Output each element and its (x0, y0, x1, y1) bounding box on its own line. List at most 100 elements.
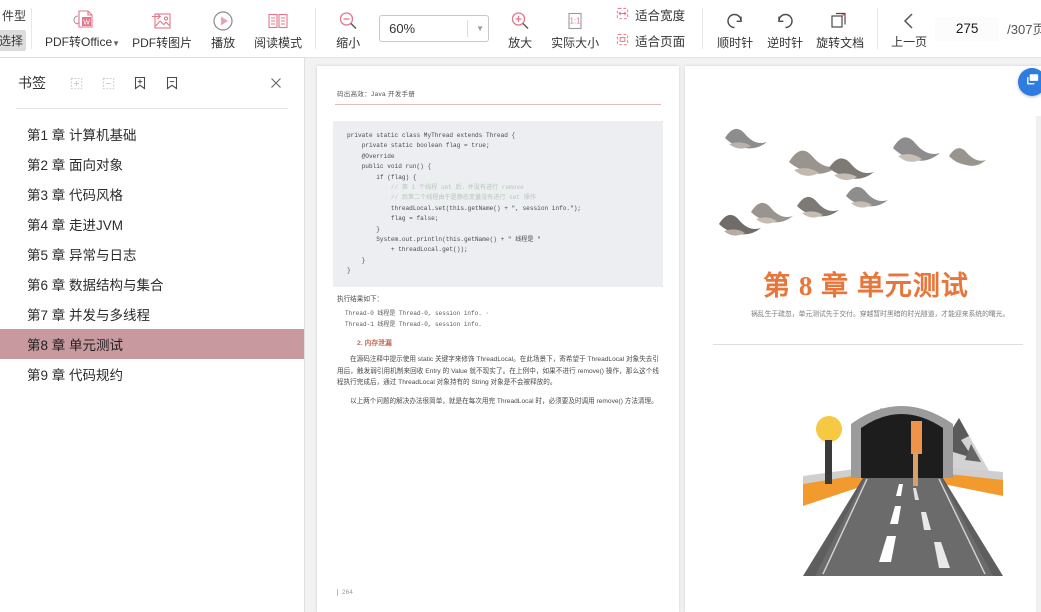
pdf-to-image-button[interactable]: PDF转图片 (126, 0, 198, 57)
running-head: 码出高效：Java 开发手册 (337, 91, 416, 98)
zoom-level-value: 60% (389, 21, 416, 36)
viewer-scrollbar[interactable] (1036, 116, 1041, 612)
code-line: } (347, 225, 380, 233)
chapter-title: 第 8 章 单元测试 (763, 271, 969, 301)
bookmark-item-label: 第1 章 计算机基础 (27, 128, 137, 143)
play-label: 播放 (211, 36, 236, 50)
prev-page-label: 上一页 (891, 35, 928, 49)
zoom-in-icon (507, 7, 533, 35)
document-page-left: 码出高效：Java 开发手册 private static class MyTh… (317, 66, 679, 612)
zoom-in-button[interactable]: 放大 (495, 0, 545, 57)
chapter-divider (713, 344, 1023, 345)
remove-bookmark-icon[interactable] (162, 73, 182, 93)
pagination-group: 上一页 275 /307页 下一页 (881, 0, 1041, 57)
collapse-all-icon[interactable] (98, 73, 118, 93)
fit-page-label: 适合页面 (635, 34, 686, 49)
rotate-document-button[interactable]: 旋转文档 (810, 0, 870, 57)
actual-size-button[interactable]: 1:1 实际大小 (545, 0, 605, 57)
bookmark-item-label: 第3 章 代码风格 (27, 188, 124, 203)
bookmark-item-ch6[interactable]: 第6 章 数据结构与集合 (0, 269, 304, 299)
bookmark-item-ch3[interactable]: 第3 章 代码风格 (0, 179, 304, 209)
chapter-subtitle: 祸乱生于疏忽，单元测试先于交付。穿越暂时黑暗的时光隧道，才能迎来系统的曙光。 (751, 311, 1010, 318)
bookmark-item-label: 第5 章 异常与日志 (27, 248, 137, 263)
zoom-out-icon (335, 7, 361, 35)
prev-page-button[interactable]: 上一页 (885, 5, 933, 52)
rotate-counterclockwise-button[interactable]: 逆时针 (760, 0, 810, 57)
fit-width-icon (615, 6, 630, 26)
result-line: Thread-0 线程是 Thread-0, session info. · (345, 310, 490, 318)
bookmark-list: 第1 章 计算机基础 第2 章 面向对象 第3 章 代码风格 第4 章 走进JV… (0, 109, 304, 389)
code-line: @Override (347, 152, 395, 160)
zoom-level-select[interactable]: 60% ▼ (379, 15, 490, 42)
add-bookmark-icon[interactable] (130, 73, 150, 93)
body-paragraph: 在源码注释中提示使用 static 关键字来修饰 ThreadLocal。在此场… (337, 356, 659, 387)
toolbar-divider (877, 8, 879, 49)
pdf-to-image-icon (149, 7, 175, 35)
toolbar-divider (315, 8, 317, 49)
total-pages-label: /307页 (1007, 22, 1041, 37)
code-line: // 后第二个线程由于是静态变量没有进行 set 操作 (347, 194, 536, 202)
one-to-one-icon: 1:1 (562, 7, 588, 35)
code-line: flag = false; (347, 215, 439, 223)
running-head-rule (335, 104, 661, 105)
bookmark-item-ch2[interactable]: 第2 章 面向对象 (0, 149, 304, 179)
bookmark-item-ch9[interactable]: 第9 章 代码规约 (0, 359, 304, 389)
bookmark-item-ch7[interactable]: 第7 章 并发与多线程 (0, 299, 304, 329)
code-line: System.out.println(this.getName() + " 线程… (347, 236, 541, 244)
clipped-left-controls: 件型 选择 (0, 0, 28, 57)
fit-page-button[interactable]: 适合页面 (611, 30, 689, 54)
share-fab[interactable] (1018, 68, 1041, 96)
code-line: } (347, 256, 366, 264)
code-line: + threadLocal.get()); (347, 246, 468, 254)
body-paragraph: 以上两个问题的解决办法很简单，就是在每次用完 ThreadLocal 时，必须要… (350, 397, 658, 405)
main-toolbar: 件型 选择 W PDF转Office▼ PDF转图片 播放 阅读模式 缩小 60… (0, 0, 1041, 58)
fit-width-button[interactable]: 适合宽度 (611, 4, 689, 28)
clipped-select-button[interactable]: 选择 (0, 29, 26, 51)
rotate-clockwise-button[interactable]: 顺时针 (710, 0, 760, 57)
bookmark-item-label: 第7 章 并发与多线程 (27, 308, 151, 323)
flying-geese-illustration (719, 128, 986, 236)
code-line: threadLocal.set(this.getName() + ", sess… (347, 204, 582, 212)
bookmark-item-label: 第9 章 代码规约 (27, 368, 124, 383)
expand-all-icon[interactable] (66, 73, 86, 93)
fit-group: 适合宽度 适合页面 (605, 0, 695, 57)
code-line: public void run() { (347, 163, 432, 171)
bookmark-item-ch5[interactable]: 第5 章 异常与日志 (0, 239, 304, 269)
code-line: private static boolean flag = true; (347, 142, 490, 150)
tunnel-road-mountain-illustration (803, 366, 1003, 576)
fit-page-icon (615, 32, 630, 52)
chevron-down-icon: ▼ (467, 20, 484, 37)
reading-mode-button[interactable]: 阅读模式 (248, 0, 308, 57)
play-button[interactable]: 播放 (198, 0, 248, 57)
bookmark-sidebar: 书签 第1 章 计算机基础 第2 章 面向对象 第3 章 代码风格 第4 章 走… (0, 58, 305, 612)
clipped-file-type-label: 件型 (1, 8, 26, 23)
code-line: private static class MyThread extends Th… (347, 132, 516, 139)
toolbar-divider (702, 8, 704, 49)
current-page-input[interactable]: 275 (935, 16, 1000, 41)
bookmark-header: 书签 (0, 58, 304, 108)
rotate-document-label: 旋转文档 (816, 36, 865, 50)
code-line: } (347, 267, 351, 275)
svg-text:W: W (83, 20, 90, 27)
pdf-to-office-button[interactable]: W PDF转Office▼ (39, 0, 126, 57)
reading-mode-label: 阅读模式 (254, 36, 303, 50)
close-icon[interactable] (266, 73, 286, 93)
page-indicator: 275 /307页 (935, 16, 1041, 41)
result-line: Thread-1 线程是 Thread-0, session info. (345, 320, 482, 328)
share-icon (1024, 71, 1041, 93)
rotate-clockwise-label: 顺时针 (717, 36, 754, 50)
bookmark-item-label: 第6 章 数据结构与集合 (27, 278, 164, 293)
document-page-right: 第 8 章 单元测试 祸乱生于疏忽，单元测试先于交付。穿越暂时黑暗的时光隧道，才… (685, 66, 1041, 612)
bookmark-item-ch1[interactable]: 第1 章 计算机基础 (0, 119, 304, 149)
zoom-out-button[interactable]: 缩小 (323, 0, 373, 57)
bookmark-item-label: 第8 章 单元测试 (27, 338, 124, 353)
bookmark-item-label: 第2 章 面向对象 (27, 158, 124, 173)
pdf-viewer[interactable]: 码出高效：Java 开发手册 private static class MyTh… (305, 58, 1041, 612)
svg-text:1:1: 1:1 (570, 17, 582, 26)
fit-width-label: 适合宽度 (635, 8, 686, 23)
bookmark-item-ch4[interactable]: 第4 章 走进JVM (0, 209, 304, 239)
rotate-counterclockwise-label: 逆时针 (767, 36, 804, 50)
bookmark-item-ch8[interactable]: 第8 章 单元测试 (0, 329, 304, 359)
toolbar-divider (31, 8, 32, 49)
play-icon (210, 7, 236, 35)
